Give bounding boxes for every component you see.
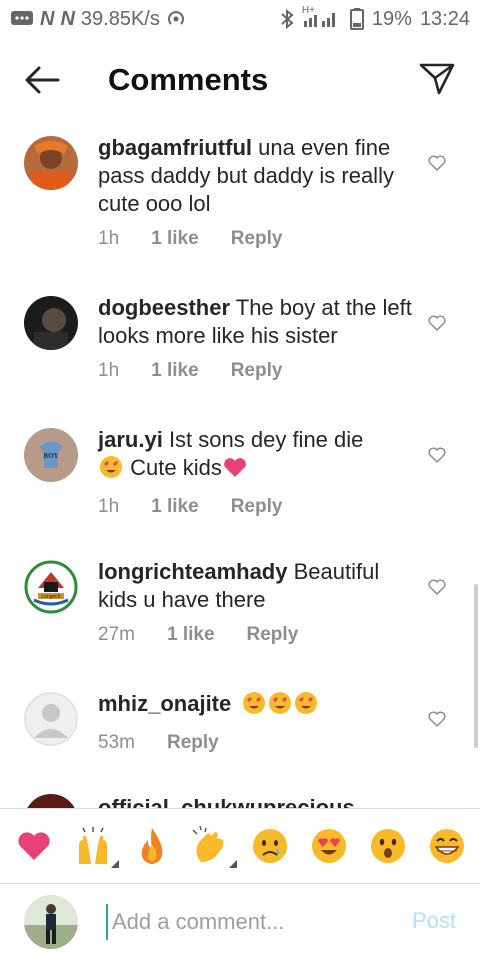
heart-outline-icon bbox=[428, 447, 446, 463]
comment-time: 1h bbox=[98, 360, 120, 381]
like-count[interactable]: 1 like bbox=[151, 228, 199, 250]
avatar[interactable] bbox=[24, 296, 78, 350]
battery-icon bbox=[349, 8, 364, 30]
comment-username[interactable]: longrichteamhady bbox=[98, 559, 287, 584]
emoji-sad-face-button[interactable] bbox=[246, 822, 294, 870]
comment-text: longrichteamhady Beautiful kids u have t… bbox=[98, 558, 418, 614]
comment-username[interactable]: mhiz_onajite bbox=[98, 691, 231, 716]
hotspot-icon bbox=[166, 9, 186, 29]
heart-outline-icon bbox=[428, 579, 446, 595]
heart-outline-icon bbox=[428, 315, 446, 331]
like-button[interactable] bbox=[426, 152, 448, 174]
skin-tone-indicator bbox=[228, 860, 237, 868]
my-avatar bbox=[24, 895, 78, 949]
heart-eyes-emoji-icon bbox=[98, 455, 124, 486]
paper-plane-icon bbox=[419, 63, 455, 95]
signal-icon: H+ bbox=[302, 5, 342, 29]
raised-hands-icon bbox=[78, 827, 107, 864]
comment-text: mhiz_onajite bbox=[98, 690, 418, 722]
heart-eyes-emoji-icon bbox=[267, 691, 293, 722]
like-button[interactable] bbox=[426, 444, 448, 466]
fire-icon bbox=[141, 828, 162, 864]
heart-outline-icon bbox=[428, 711, 446, 727]
scrollbar[interactable] bbox=[474, 584, 478, 748]
back-button[interactable] bbox=[0, 42, 84, 118]
battery-percent: 19% bbox=[371, 7, 412, 30]
reply-button[interactable]: Reply bbox=[231, 496, 283, 518]
comment-username[interactable]: dogbeesther bbox=[98, 295, 230, 320]
avatar[interactable]: Longrich bbox=[24, 560, 78, 614]
emoji-grinning-face-button[interactable] bbox=[423, 822, 471, 870]
clock: 13:24 bbox=[419, 7, 470, 30]
reply-button[interactable]: Reply bbox=[167, 732, 219, 754]
heart-eyes-icon bbox=[311, 829, 346, 863]
network-n-icon-2: N bbox=[60, 7, 75, 30]
like-count[interactable]: 1 like bbox=[167, 624, 215, 646]
skin-tone-indicator bbox=[110, 860, 119, 868]
comment-message: Ist sons dey fine die bbox=[168, 427, 364, 452]
emoji-clapping-hands-button[interactable] bbox=[187, 822, 237, 870]
reply-button[interactable]: Reply bbox=[231, 228, 283, 250]
comment-time: 27m bbox=[98, 624, 135, 645]
comment-username[interactable]: gbagamfriutful bbox=[98, 135, 252, 160]
signal-type-label: H+ bbox=[301, 5, 315, 16]
heart-icon bbox=[17, 832, 50, 860]
header: Comments bbox=[0, 42, 480, 118]
status-bar: N N 39.85K/s H+ 19% 13:24 bbox=[0, 0, 480, 38]
post-button[interactable]: Post bbox=[412, 908, 456, 934]
bluetooth-icon bbox=[280, 9, 294, 29]
emoji-quick-reactions bbox=[0, 808, 480, 884]
reply-button[interactable]: Reply bbox=[231, 360, 283, 382]
pink-heart-emoji-icon bbox=[222, 456, 248, 485]
surprised-face-icon bbox=[370, 829, 405, 863]
grinning-face-icon bbox=[429, 829, 464, 863]
reply-button[interactable]: Reply bbox=[247, 624, 299, 646]
avatar[interactable] bbox=[24, 692, 78, 746]
comment-text: jaru.yi Ist sons dey fine die Cute kids bbox=[98, 426, 418, 486]
comment-meta: 1h 1 like Reply bbox=[98, 228, 418, 250]
like-button[interactable] bbox=[426, 708, 448, 730]
page-title: Comments bbox=[108, 62, 269, 97]
clapping-hands-icon bbox=[191, 826, 223, 862]
comment-meta: 27m 1 like Reply bbox=[98, 624, 418, 646]
network-speed: 39.85K/s bbox=[80, 7, 160, 30]
like-count[interactable]: 1 like bbox=[151, 496, 199, 518]
avatar[interactable] bbox=[24, 794, 78, 808]
avatar[interactable]: BOY bbox=[24, 428, 78, 482]
comment-text: dogbeesther The boy at the left looks mo… bbox=[98, 294, 418, 350]
svg-text:Longrich: Longrich bbox=[41, 594, 60, 600]
sad-face-icon bbox=[252, 829, 287, 863]
emoji-raised-hands-button[interactable] bbox=[69, 822, 119, 870]
like-button[interactable] bbox=[426, 576, 448, 598]
heart-outline-icon bbox=[428, 155, 446, 171]
comment-meta: 1h 1 like Reply bbox=[98, 496, 418, 518]
chat-notification-icon bbox=[10, 9, 34, 29]
arrow-left-icon bbox=[25, 66, 60, 94]
like-count[interactable]: 1 like bbox=[151, 360, 199, 382]
comment-meta: 53m Reply bbox=[98, 732, 418, 754]
comment-composer: Post bbox=[0, 884, 480, 960]
comment-time: 1h bbox=[98, 228, 120, 249]
comments-list[interactable]: gbagamfriutful una even fine pass daddy … bbox=[0, 118, 480, 808]
comment-text: official_chukwuprecious bbox=[98, 794, 418, 808]
comment-time: 1h bbox=[98, 496, 120, 517]
comment-time: 53m bbox=[98, 732, 135, 753]
like-button[interactable] bbox=[426, 312, 448, 334]
emoji-fire-button[interactable] bbox=[128, 822, 176, 870]
heart-eyes-emoji-icon bbox=[293, 691, 319, 722]
comment-text: gbagamfriutful una even fine pass daddy … bbox=[98, 134, 418, 218]
avatar[interactable] bbox=[24, 136, 78, 190]
network-n-icon-1: N bbox=[40, 7, 55, 30]
comment-username[interactable]: jaru.yi bbox=[98, 427, 163, 452]
emoji-heart-eyes-button[interactable] bbox=[305, 822, 353, 870]
svg-text:BOY: BOY bbox=[43, 452, 58, 460]
heart-eyes-emoji-icon bbox=[241, 691, 267, 722]
share-button[interactable] bbox=[416, 58, 458, 100]
comment-username[interactable]: official_chukwuprecious bbox=[98, 795, 355, 808]
emoji-surprised-face-button[interactable] bbox=[364, 822, 412, 870]
comment-meta: 1h 1 like Reply bbox=[98, 360, 418, 382]
comment-message-2: Cute kids bbox=[130, 455, 222, 480]
comment-input[interactable] bbox=[106, 904, 386, 940]
emoji-heart-button[interactable] bbox=[10, 822, 58, 870]
